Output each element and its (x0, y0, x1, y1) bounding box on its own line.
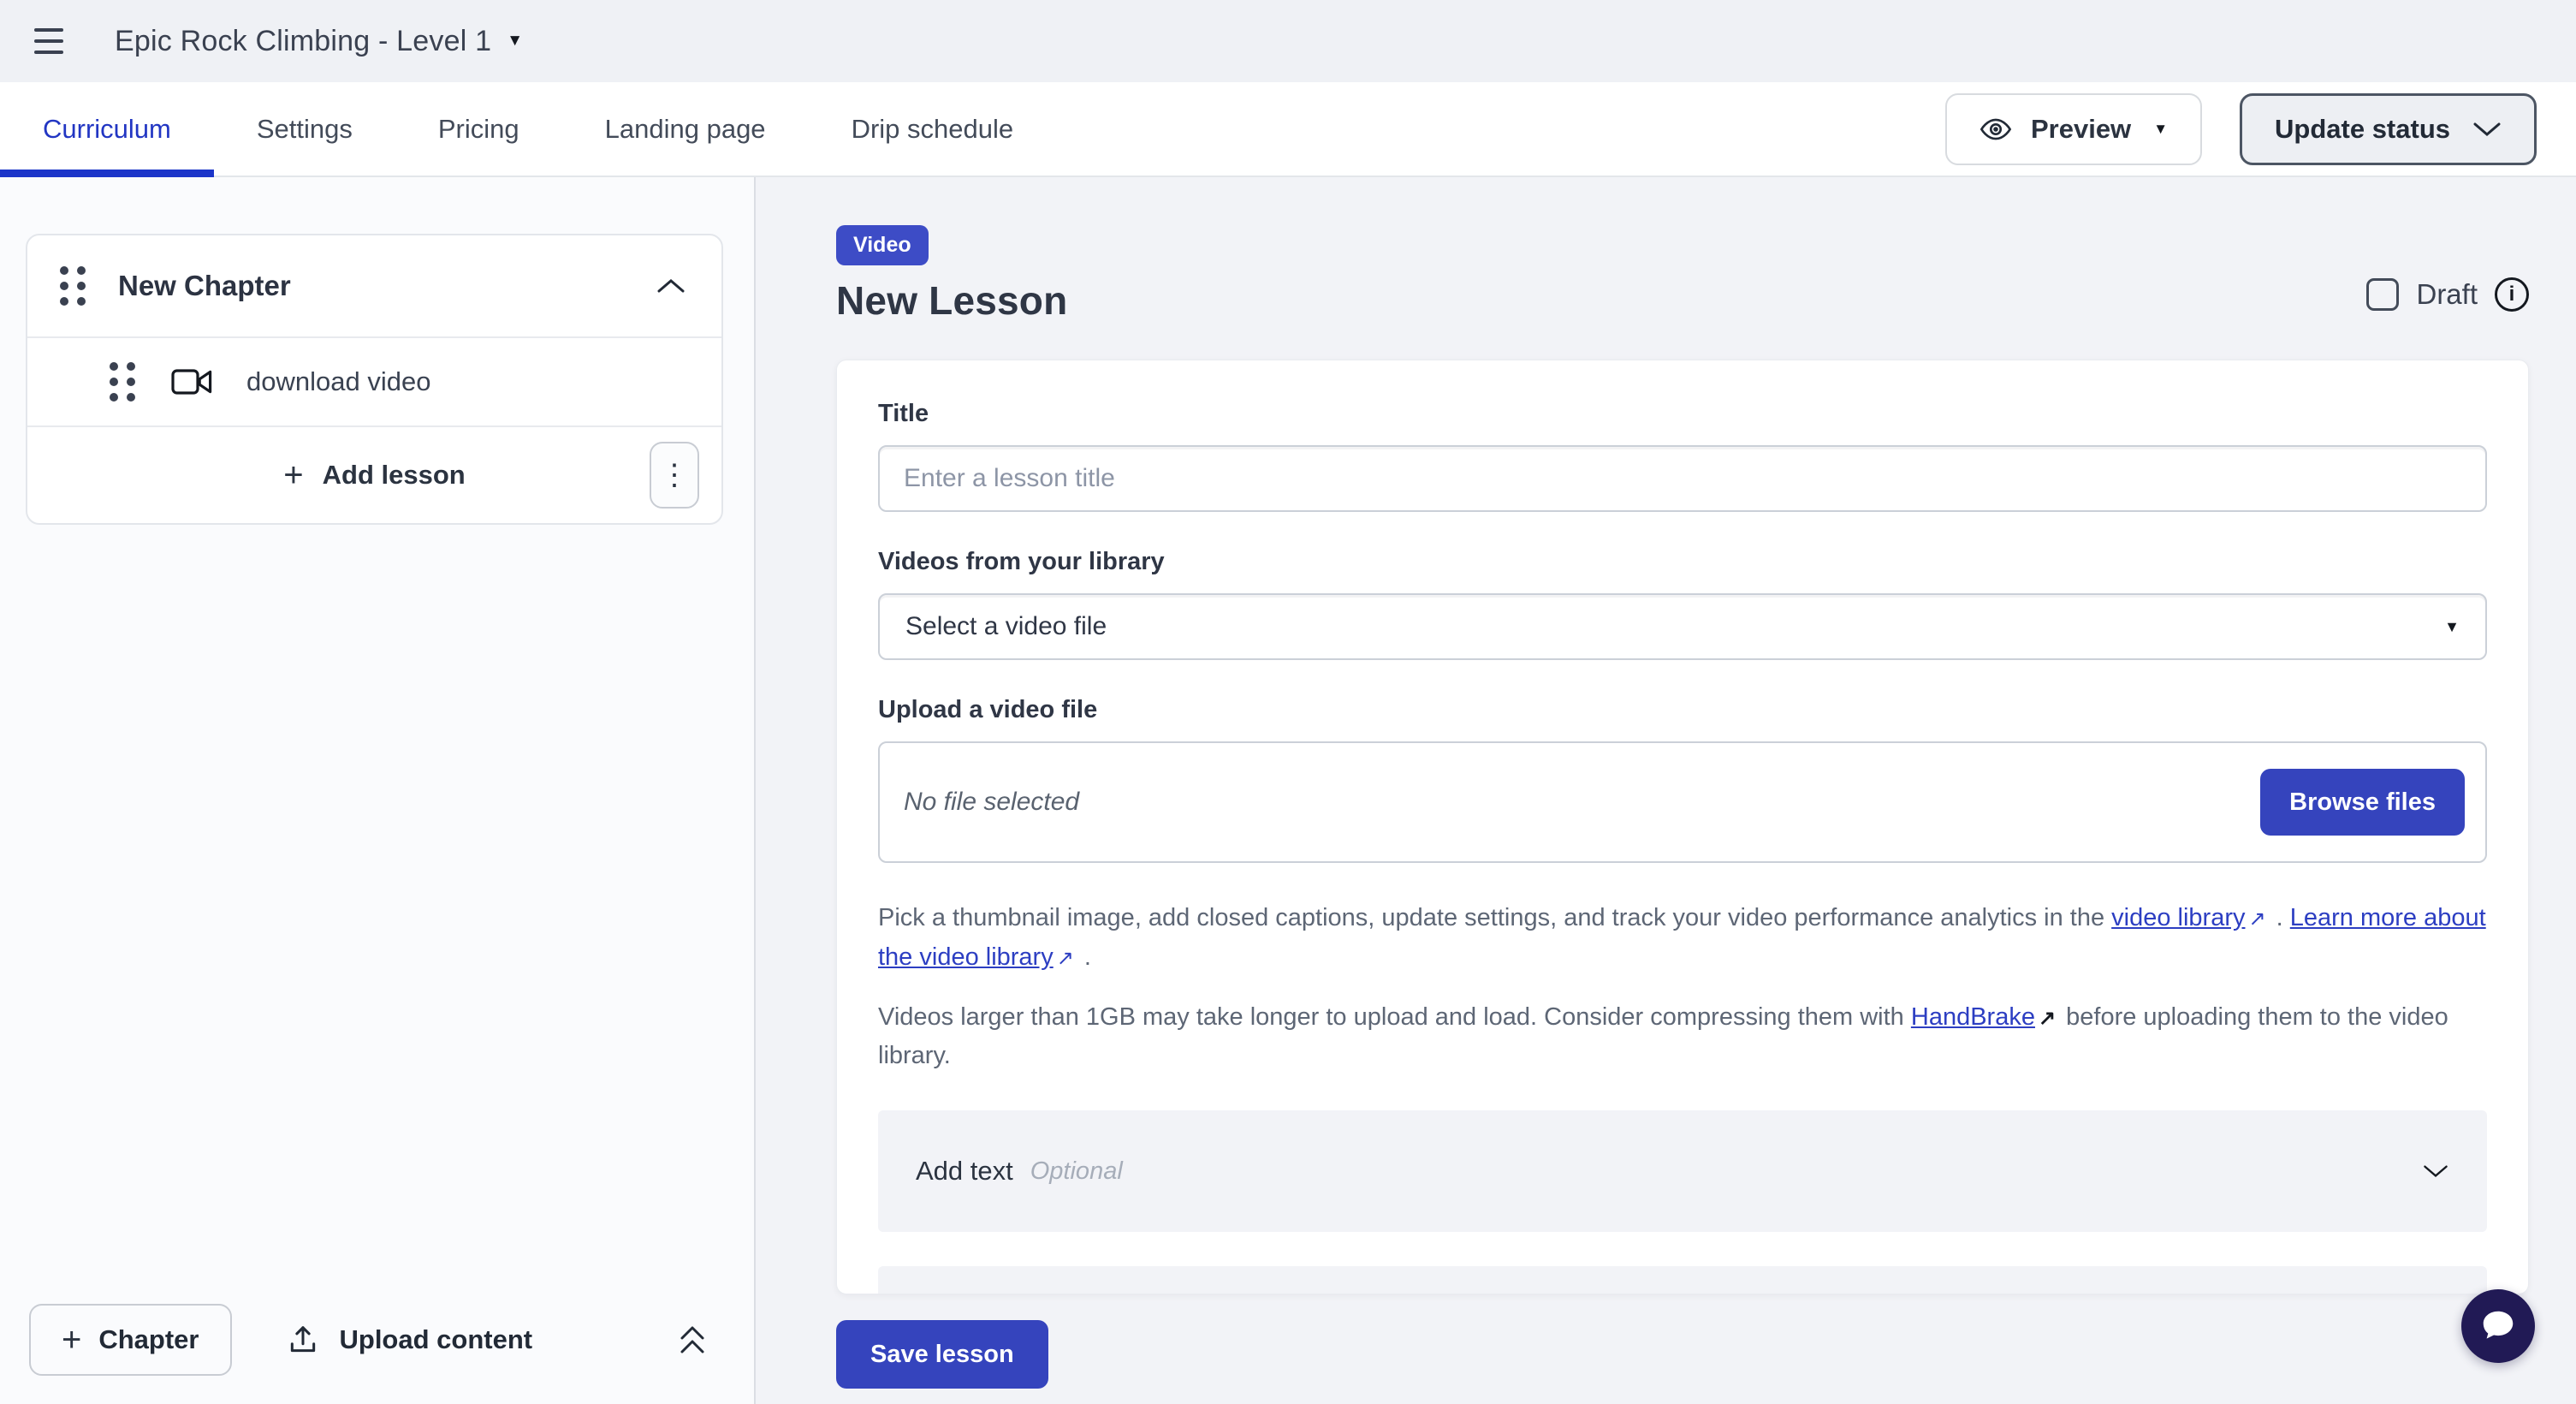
add-lesson-label: Add lesson (323, 460, 466, 491)
help-text-part: . (2270, 904, 2290, 931)
tab-landing-page[interactable]: Landing page (562, 82, 809, 176)
tab-actions: Preview ▼ Update status (1945, 82, 2537, 176)
chevron-down-icon (2422, 1163, 2449, 1179)
collapse-all-double-chevron-up-icon[interactable] (675, 1321, 709, 1359)
plus-icon: + (283, 458, 303, 492)
external-link-icon: ↗ (2035, 1002, 2059, 1035)
tab-bar: Curriculum Settings Pricing Landing page… (0, 82, 2576, 177)
add-text-optional-label: Optional (1030, 1157, 1123, 1186)
video-library-help-text: Pick a thumbnail image, add closed capti… (878, 899, 2487, 978)
eye-icon (1979, 113, 2012, 146)
upload-field-label: Upload a video file (878, 696, 2487, 724)
preview-label: Preview (2031, 114, 2131, 145)
tab-settings[interactable]: Settings (214, 82, 395, 176)
chapter-header[interactable]: New Chapter (27, 235, 721, 336)
update-status-label: Update status (2275, 114, 2450, 145)
external-link-icon: ↗ (1054, 943, 1077, 975)
chat-bubble-icon (2478, 1306, 2518, 1346)
tab-pricing[interactable]: Pricing (395, 82, 562, 176)
add-downloads-accordion[interactable]: Add downloads Optional (878, 1266, 2487, 1294)
no-file-text: No file selected (904, 788, 1079, 817)
lesson-type-badge: Video (836, 225, 929, 265)
drag-handle-icon[interactable] (60, 266, 86, 306)
draft-checkbox[interactable] (2366, 278, 2399, 311)
upload-field: Upload a video file No file selected Bro… (878, 696, 2487, 863)
help-text-part: Pick a thumbnail image, add closed capti… (878, 904, 2111, 931)
title-field-label: Title (878, 400, 2487, 428)
add-lesson-row: + Add lesson ⋮ (27, 427, 721, 523)
course-title[interactable]: Epic Rock Climbing - Level 1 (115, 25, 491, 58)
upload-content-button[interactable]: Upload content (287, 1324, 533, 1356)
update-status-button[interactable]: Update status (2240, 93, 2537, 165)
lesson-list-item[interactable]: download video (27, 338, 721, 425)
top-bar: Epic Rock Climbing - Level 1 ▼ (0, 0, 2576, 82)
add-chapter-button[interactable]: + Chapter (29, 1304, 232, 1376)
help-text-part: . (1077, 943, 1091, 971)
upload-icon (287, 1324, 319, 1356)
content-area: New Chapter download video (0, 177, 2576, 1404)
curriculum-sidebar: New Chapter download video (0, 177, 756, 1404)
select-caret-down-icon: ▼ (2444, 618, 2460, 636)
kebab-icon: ⋮ (660, 458, 689, 492)
title-field: Title (878, 400, 2487, 512)
video-camera-icon (171, 368, 212, 396)
external-link-icon: ↗ (2245, 903, 2269, 936)
info-icon[interactable]: i (2495, 277, 2529, 312)
video-library-field: Videos from your library Select a video … (878, 548, 2487, 660)
chapter-kebab-menu-button[interactable]: ⋮ (650, 442, 699, 509)
drag-handle-icon[interactable] (110, 362, 135, 402)
preview-caret-down-icon: ▼ (2153, 121, 2168, 138)
lesson-heading: New Lesson (836, 277, 1067, 324)
plus-icon: + (62, 1323, 81, 1357)
add-lesson-button[interactable]: + Add lesson (283, 458, 465, 492)
chapter-card: New Chapter download video (26, 234, 723, 525)
handbrake-link[interactable]: HandBrake (1911, 1003, 2035, 1031)
lesson-editor-main: Video New Lesson Draft i Title Videos fr… (756, 177, 2576, 1404)
sidebar-footer: + Chapter Upload content (0, 1276, 754, 1404)
compression-help-text: Videos larger than 1GB may take longer t… (878, 998, 2487, 1077)
lesson-heading-group: Video New Lesson (836, 225, 1067, 324)
add-text-accordion[interactable]: Add text Optional (878, 1110, 2487, 1232)
file-upload-box[interactable]: No file selected Browse files (878, 741, 2487, 863)
tab-drip-schedule[interactable]: Drip schedule (809, 82, 1057, 176)
hamburger-menu-icon[interactable] (34, 24, 79, 58)
help-text-part: Videos larger than 1GB may take longer t… (878, 1003, 1911, 1031)
save-lesson-button[interactable]: Save lesson (836, 1320, 1048, 1389)
course-caret-down-icon[interactable]: ▼ (507, 32, 523, 51)
draft-group: Draft i (2366, 277, 2529, 312)
add-text-label: Add text (916, 1156, 1013, 1187)
draft-label: Draft (2416, 278, 2478, 311)
lesson-title-input[interactable] (878, 445, 2487, 512)
lesson-label: download video (246, 366, 430, 397)
add-chapter-label: Chapter (98, 1324, 199, 1355)
tab-curriculum[interactable]: Curriculum (0, 82, 214, 176)
video-file-select-value: Select a video file (905, 612, 1107, 641)
lesson-form-card: Title Videos from your library Select a … (836, 360, 2529, 1294)
chevron-down-icon (2472, 121, 2502, 138)
video-library-label: Videos from your library (878, 548, 2487, 576)
chapter-collapse-chevron-up-icon[interactable] (656, 277, 686, 294)
course-builder-page: Epic Rock Climbing - Level 1 ▼ Curriculu… (0, 0, 2576, 1404)
chapter-title: New Chapter (118, 270, 291, 302)
video-file-select[interactable]: Select a video file ▼ (878, 593, 2487, 660)
video-library-link[interactable]: video library (2111, 904, 2245, 931)
upload-content-label: Upload content (340, 1324, 533, 1355)
browse-files-button[interactable]: Browse files (2260, 769, 2465, 836)
preview-button[interactable]: Preview ▼ (1945, 93, 2202, 165)
chat-widget-button[interactable] (2461, 1289, 2535, 1363)
lesson-hero: Video New Lesson Draft i (836, 225, 2529, 324)
